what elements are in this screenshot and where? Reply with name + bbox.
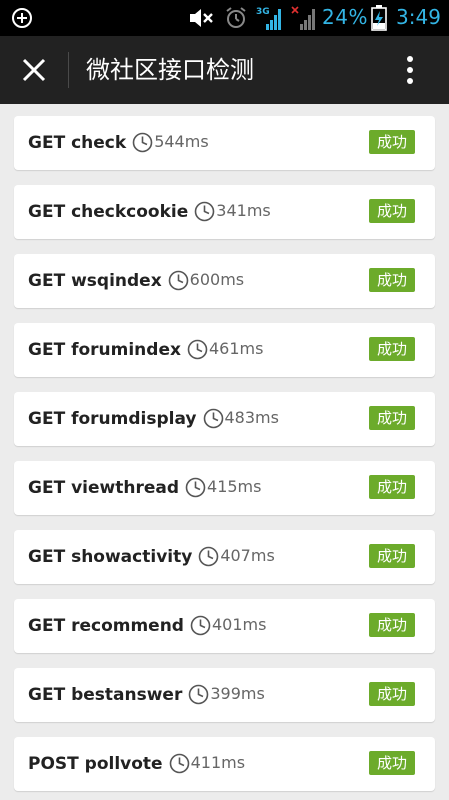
list-item[interactable]: GET check 544ms 成功	[14, 116, 435, 170]
status-badge: 成功	[369, 682, 415, 706]
status-time: 3:49	[396, 5, 441, 29]
response-time: 544ms	[154, 132, 209, 151]
clock-icon	[187, 339, 208, 359]
list-item[interactable]: GET checkcookie 341ms 成功	[14, 185, 435, 239]
status-bar: 3G 24% 3:49	[0, 0, 449, 36]
status-badge: 成功	[369, 406, 415, 430]
method-label: GET wsqindex	[28, 271, 162, 291]
clock-icon	[168, 270, 188, 290]
response-time: 401ms	[211, 615, 267, 634]
method-label: GET recommend	[28, 616, 184, 636]
response-time: 415ms	[207, 477, 262, 496]
status-badge: 成功	[369, 268, 415, 292]
close-icon	[22, 58, 46, 82]
list-item[interactable]: GET forumindex 461ms 成功	[14, 323, 435, 377]
list-item[interactable]: POST pollvote 411ms 成功	[14, 737, 435, 791]
response-time: 399ms	[210, 684, 265, 703]
method-label: GET checkcookie	[28, 202, 189, 222]
clock-icon	[203, 408, 223, 428]
method-label: GET check	[28, 133, 127, 153]
status-badge: 成功	[369, 130, 415, 154]
status-badge: 成功	[369, 751, 415, 775]
status-badge: 成功	[369, 337, 415, 361]
response-time: 407ms	[220, 546, 275, 565]
list-item[interactable]: GET viewthread 415ms 成功	[14, 461, 435, 515]
overflow-menu-button[interactable]	[396, 50, 424, 90]
clock-icon	[189, 684, 209, 704]
signal-no-service-icon	[291, 6, 315, 30]
alarm-icon	[226, 7, 246, 28]
signal-3g-icon: 3G	[256, 7, 281, 30]
action-bar-divider	[68, 52, 69, 88]
clock-icon	[132, 132, 153, 152]
list-item[interactable]: GET showactivity 407ms 成功	[14, 530, 435, 584]
action-bar: 微社区接口检测	[0, 36, 449, 104]
add-circle-icon	[12, 8, 32, 28]
list-item[interactable]: GET recommend 401ms 成功	[14, 599, 435, 653]
battery-percentage: 24%	[322, 5, 368, 29]
response-time: 411ms	[190, 753, 246, 772]
status-badge: 成功	[369, 199, 415, 223]
clock-icon	[185, 477, 206, 497]
page-title: 微社区接口检测	[86, 56, 254, 84]
battery-charging-icon	[371, 5, 387, 31]
mute-icon	[190, 9, 213, 27]
response-time: 483ms	[224, 408, 279, 427]
clock-icon	[190, 615, 211, 635]
list-item[interactable]: GET forumdisplay 483ms 成功	[14, 392, 435, 446]
list-item[interactable]: GET bestanswer 399ms 成功	[14, 668, 435, 722]
method-label: GET forumindex	[28, 340, 181, 360]
response-time: 461ms	[208, 339, 264, 358]
svg-text:3G: 3G	[256, 7, 270, 17]
overflow-menu-icon	[407, 56, 413, 84]
status-badge: 成功	[369, 475, 415, 499]
close-button[interactable]	[14, 50, 54, 90]
list-item[interactable]: GET wsqindex 600ms 成功	[14, 254, 435, 308]
clock-icon	[169, 753, 189, 773]
method-label: POST pollvote	[28, 754, 163, 774]
status-badge: 成功	[369, 613, 415, 637]
method-label: GET viewthread	[28, 478, 180, 498]
clock-icon	[199, 546, 219, 566]
method-label: GET forumdisplay	[28, 409, 197, 429]
response-time: 341ms	[216, 201, 271, 220]
status-badge: 成功	[369, 544, 415, 568]
response-time: 600ms	[189, 270, 245, 289]
method-label: GET showactivity	[28, 547, 193, 567]
method-label: GET bestanswer	[28, 685, 183, 705]
clock-icon	[194, 201, 215, 221]
